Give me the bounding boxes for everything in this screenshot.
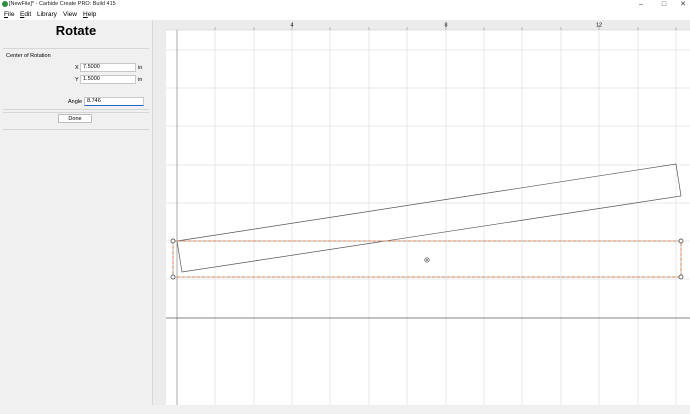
rotate-panel: Rotate Center of Rotation X in Y in Angl… bbox=[0, 20, 152, 410]
menu-file-label: ile bbox=[7, 11, 15, 18]
panel-title: Rotate bbox=[55, 23, 97, 38]
ruler-label-4: 4 bbox=[290, 22, 293, 28]
canvas-svg[interactable]: 4 8 12 bbox=[154, 20, 690, 405]
app-logo-icon bbox=[2, 1, 8, 7]
menu-library-label: Library bbox=[37, 11, 57, 18]
y-unit-label: in bbox=[138, 77, 143, 83]
center-of-rotation-label: Center of Rotation bbox=[6, 53, 51, 59]
y-label: Y bbox=[75, 77, 79, 83]
menu-edit-label: dit bbox=[24, 11, 32, 18]
status-strip bbox=[0, 405, 690, 414]
x-unit-label: in bbox=[138, 65, 143, 71]
handle-top-left[interactable] bbox=[170, 238, 176, 244]
menu-library[interactable]: Library bbox=[37, 9, 57, 20]
center-y-field[interactable] bbox=[80, 75, 136, 84]
maximize-icon[interactable]: □ bbox=[657, 0, 671, 9]
ruler-label-8: 8 bbox=[444, 22, 447, 28]
done-button[interactable]: Done bbox=[58, 114, 92, 123]
rotation-center-icon[interactable] bbox=[424, 257, 430, 263]
center-x-field[interactable] bbox=[80, 63, 136, 72]
design-canvas[interactable]: 4 8 12 bbox=[154, 20, 690, 405]
menu-edit[interactable]: Edit bbox=[20, 9, 31, 20]
canvas-background bbox=[166, 20, 690, 405]
panel-splitter[interactable] bbox=[152, 20, 167, 405]
angle-label: Angle bbox=[68, 99, 83, 105]
window-title: [NewFile]* - Carbide Create PRO: Build 4… bbox=[9, 1, 116, 7]
menu-help[interactable]: Help bbox=[83, 9, 96, 20]
menu-file[interactable]: File bbox=[4, 9, 15, 20]
close-icon[interactable]: ✕ bbox=[676, 0, 690, 9]
menu-bar: File Edit Library View Help bbox=[0, 9, 690, 20]
x-label: X bbox=[75, 65, 79, 71]
handle-top-right[interactable] bbox=[678, 238, 684, 244]
top-ruler bbox=[166, 20, 690, 30]
menu-help-label: elp bbox=[87, 11, 97, 18]
handle-bottom-right[interactable] bbox=[678, 274, 684, 280]
minimize-icon[interactable]: – bbox=[634, 0, 648, 9]
menu-view[interactable]: View bbox=[63, 9, 77, 20]
ruler-label-12: 12 bbox=[596, 22, 602, 28]
handle-bottom-left[interactable] bbox=[170, 274, 176, 280]
angle-field[interactable] bbox=[84, 97, 144, 106]
menu-view-label: View bbox=[63, 11, 77, 18]
title-bar: [NewFile]* - Carbide Create PRO: Build 4… bbox=[0, 0, 690, 9]
